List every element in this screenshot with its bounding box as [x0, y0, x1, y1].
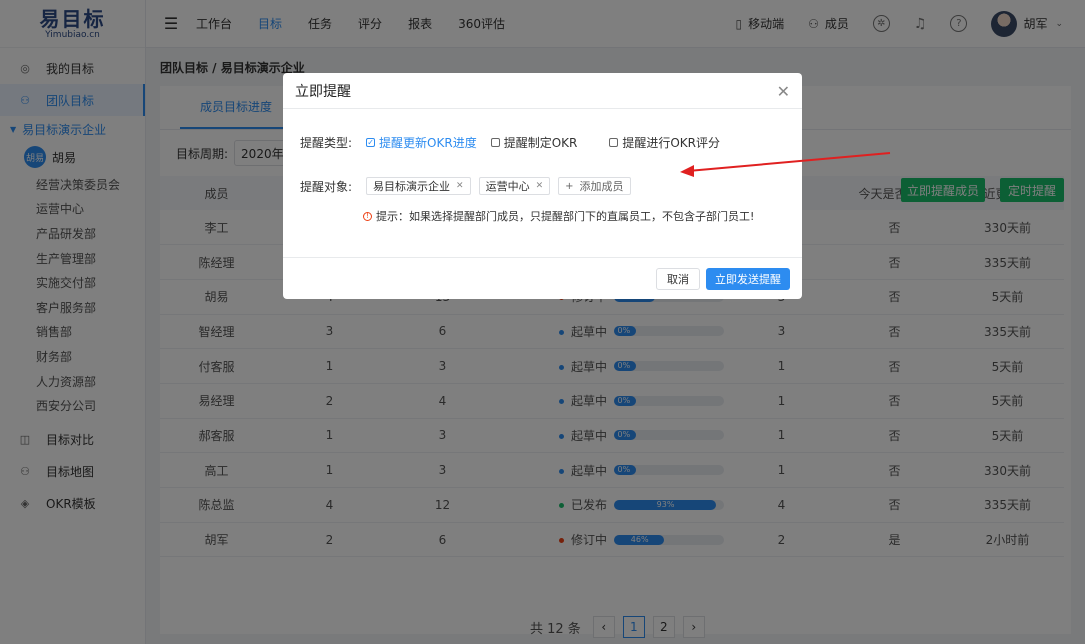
annotation-arrow	[680, 152, 891, 177]
arrow-head	[680, 165, 694, 177]
arrow-shaft	[687, 152, 891, 172]
